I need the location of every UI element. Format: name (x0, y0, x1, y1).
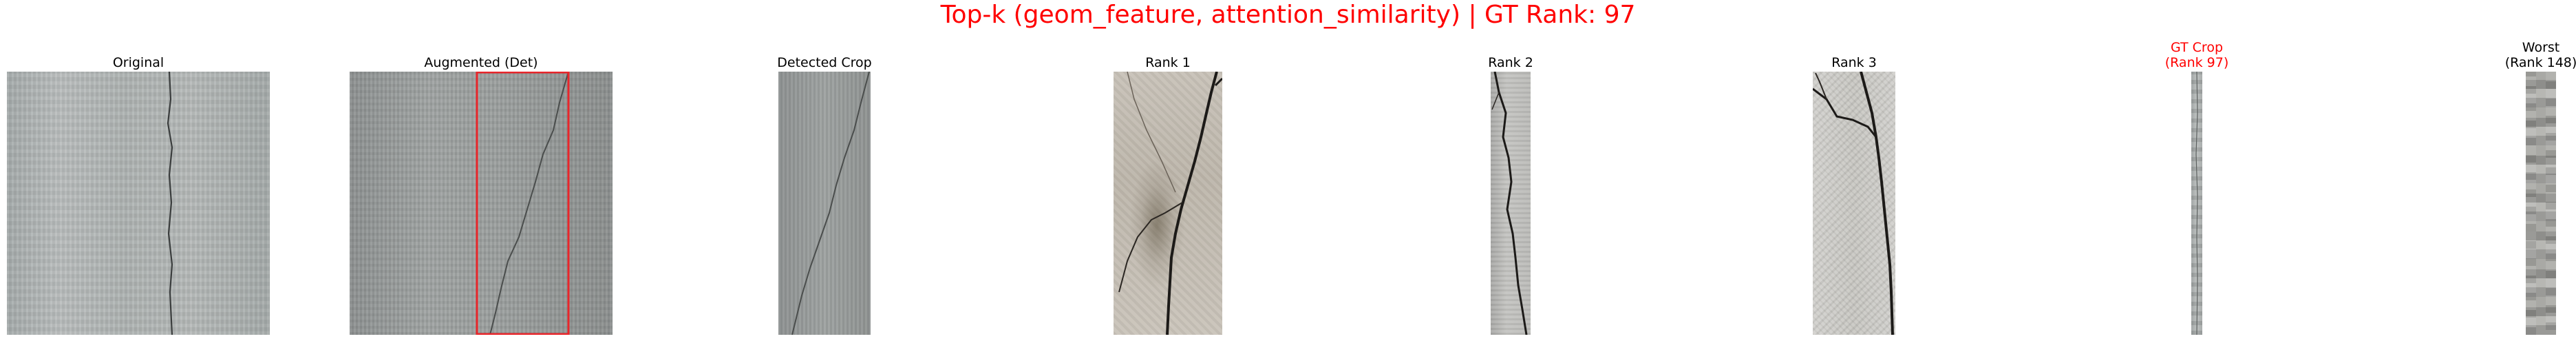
panel-rank3: Rank 3 (1813, 51, 1895, 335)
panel-rank1: Rank 1 (1114, 51, 1222, 335)
panel-title-rank1: Rank 1 (1145, 55, 1191, 70)
panel-original: Original (7, 51, 270, 335)
original-image (7, 72, 270, 335)
gt-crop-image (2191, 72, 2202, 335)
panel-detected: Detected Crop (777, 51, 872, 335)
panel-worst: Worst (Rank 148) (2505, 40, 2576, 335)
panel-title-rank2: Rank 2 (1488, 55, 1533, 70)
figure-title: Top-k (geom_feature, attention_similarit… (940, 1, 1636, 29)
panel-title-gt: GT Crop (Rank 97) (2164, 40, 2229, 70)
panel-title-rank3: Rank 3 (1831, 55, 1877, 70)
rank1-image (1114, 72, 1222, 335)
panel-title-worst: Worst (Rank 148) (2504, 40, 2576, 70)
rank3-image (1813, 72, 1895, 335)
worst-image (2526, 72, 2556, 335)
augmented-image (350, 72, 613, 335)
rank2-image (1491, 72, 1531, 335)
panel-gt: GT Crop (Rank 97) (2165, 40, 2228, 335)
detection-bbox (476, 72, 570, 335)
detected-crop-image (778, 72, 871, 335)
panel-title-detected: Detected Crop (777, 55, 872, 70)
panel-rank2: Rank 2 (1488, 51, 1533, 335)
panel-augmented: Augmented (Det) (350, 51, 613, 335)
